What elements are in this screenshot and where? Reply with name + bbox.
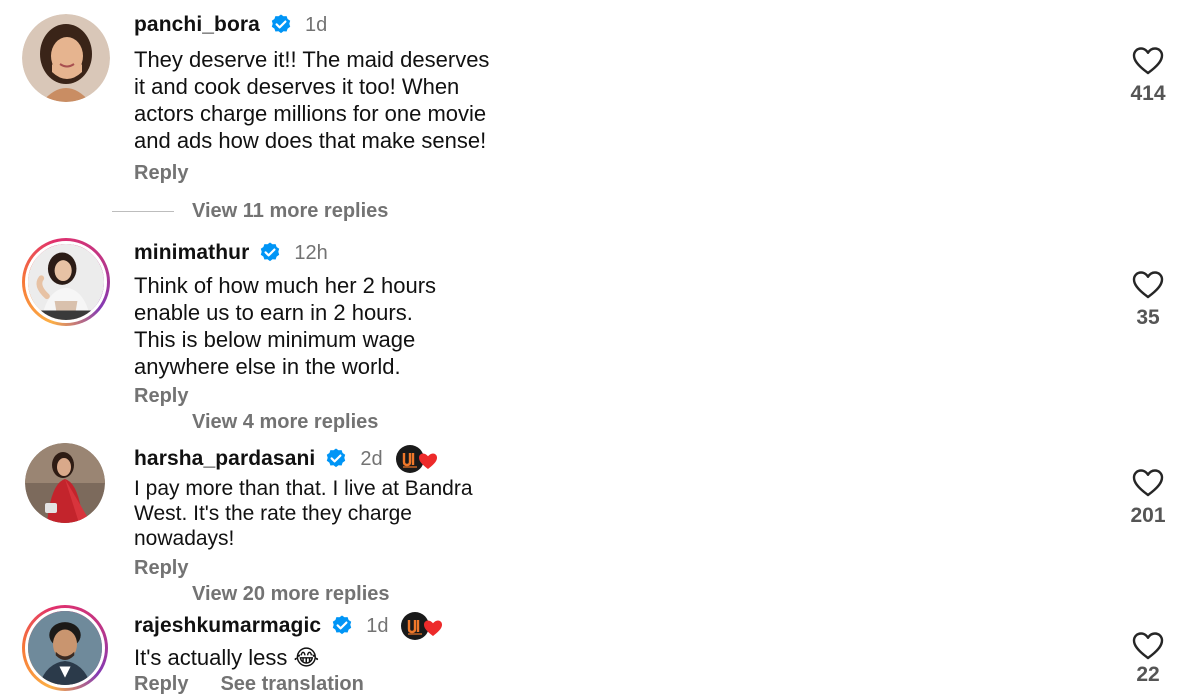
comment-username[interactable]: minimathur [134, 241, 249, 265]
view-replies-button[interactable]: View 4 more replies [112, 409, 378, 435]
see-translation-button[interactable]: See translation [220, 673, 363, 696]
verified-badge-icon [330, 614, 354, 638]
comment-text: Think of how much her 2 hours enable us … [134, 273, 437, 379]
like-count: 35 [1136, 306, 1160, 329]
avatar[interactable] [25, 443, 105, 523]
creator-liked-badge-icon [400, 611, 446, 641]
avatar[interactable] [22, 14, 110, 102]
heart-icon[interactable] [1132, 631, 1164, 661]
verified-badge-icon [258, 241, 282, 265]
profile-photo-icon [28, 244, 104, 320]
like-count: 414 [1130, 82, 1166, 105]
creator-liked-badge-icon [395, 444, 441, 474]
view-replies-label: View 20 more replies [192, 582, 390, 605]
view-replies-button[interactable]: View 11 more replies [112, 198, 388, 224]
comment-username[interactable]: harsha_pardasani [134, 447, 315, 471]
view-replies-button[interactable]: View 20 more replies [112, 581, 390, 607]
comment-text: I pay more than that. I live at Bandra W… [134, 477, 473, 550]
comment-timestamp: 1d [366, 614, 389, 637]
comment-text: They deserve it!! The maid deserves it a… [134, 47, 490, 153]
profile-photo-icon [22, 14, 110, 102]
heart-icon[interactable] [1132, 46, 1164, 76]
comment-timestamp: 2d [360, 447, 383, 470]
comment-timestamp: 1d [304, 13, 328, 36]
divider [112, 422, 174, 423]
heart-icon[interactable] [1132, 270, 1164, 300]
verified-badge-icon [269, 13, 293, 37]
avatar[interactable] [22, 605, 108, 691]
avatar[interactable] [22, 238, 110, 326]
reply-button[interactable]: Reply [134, 162, 188, 185]
heart-icon[interactable] [1132, 468, 1164, 498]
profile-photo-icon [25, 443, 105, 523]
reply-button[interactable]: Reply [134, 557, 188, 580]
view-replies-label: View 11 more replies [192, 199, 389, 222]
like-count: 201 [1130, 504, 1166, 527]
divider [112, 210, 174, 212]
profile-photo-icon [28, 611, 102, 685]
comment-username[interactable]: panchi_bora [134, 13, 260, 37]
comment-username[interactable]: rajeshkumarmagic [134, 614, 321, 638]
view-replies-label: View 4 more replies [192, 410, 379, 433]
verified-badge-icon [324, 447, 348, 471]
comment-text: It's actually less 😂 [134, 645, 320, 670]
divider [112, 594, 174, 595]
reply-button[interactable]: Reply [134, 385, 188, 408]
reply-button[interactable]: Reply [134, 673, 188, 696]
like-count: 22 [1136, 663, 1160, 686]
comment-timestamp: 12h [294, 241, 328, 264]
